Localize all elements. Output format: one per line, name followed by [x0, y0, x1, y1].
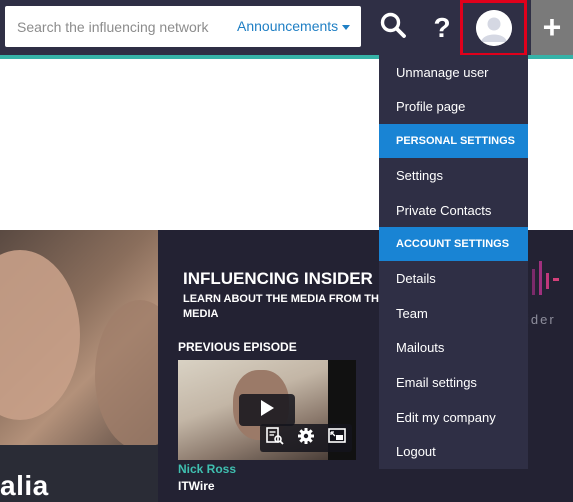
picture-in-picture-icon: [327, 427, 346, 449]
user-avatar-icon: [475, 10, 512, 46]
gear-icon: [297, 427, 315, 450]
previous-episode-label: PREVIOUS EPISODE: [178, 340, 297, 354]
menu-item-label: Unmanage user: [396, 64, 489, 80]
user-menu-button[interactable]: [460, 0, 527, 56]
plus-icon: +: [542, 9, 562, 45]
menu-item-profile-page[interactable]: Profile page: [379, 90, 528, 125]
menu-item-label: Profile page: [396, 99, 466, 115]
video-player[interactable]: [178, 360, 356, 460]
podcast-logo-icon: [532, 261, 562, 295]
menu-item-label: Mailouts: [396, 340, 445, 356]
play-icon: [260, 399, 274, 421]
announcements-label: Announcements: [237, 18, 339, 34]
menu-item-logout[interactable]: Logout: [379, 434, 528, 469]
hero-photo: alia: [0, 230, 158, 502]
menu-section-label: PERSONAL SETTINGS: [396, 135, 515, 148]
help-icon: ?: [433, 11, 451, 43]
menu-section-account-settings: ACCOUNT SETTINGS: [379, 227, 528, 262]
menu-item-unmanage-user[interactable]: Unmanage user: [379, 55, 528, 90]
caret-down-icon: [342, 24, 351, 30]
picture-in-picture-button[interactable]: [326, 427, 348, 449]
help-button[interactable]: ?: [420, 0, 464, 55]
menu-item-email-settings[interactable]: Email settings: [379, 365, 528, 400]
menu-item-team[interactable]: Team: [379, 296, 528, 331]
menu-item-edit-my-company[interactable]: Edit my company: [379, 400, 528, 435]
search-icon: [379, 11, 407, 44]
menu-item-details[interactable]: Details: [379, 261, 528, 296]
transcript-button[interactable]: [264, 426, 286, 450]
menu-item-label: Details: [396, 271, 436, 287]
play-button[interactable]: [239, 394, 295, 426]
hero-photo-caption: alia: [0, 470, 49, 501]
menu-item-mailouts[interactable]: Mailouts: [379, 331, 528, 366]
menu-item-private-contacts[interactable]: Private Contacts: [379, 193, 528, 228]
top-navigation-bar: Announcements ? +: [0, 0, 573, 56]
menu-section-label: ACCOUNT SETTINGS: [396, 238, 510, 251]
menu-item-settings[interactable]: Settings: [379, 158, 528, 193]
menu-item-label: Edit my company: [396, 409, 496, 425]
menu-section-personal-settings: PERSONAL SETTINGS: [379, 124, 528, 159]
announcements-dropdown[interactable]: Announcements: [237, 6, 351, 47]
transcript-icon: [266, 426, 284, 450]
search-button[interactable]: [370, 0, 416, 55]
menu-item-label: Email settings: [396, 374, 477, 390]
video-settings-button[interactable]: [295, 427, 317, 449]
episode-outlet: ITWire: [178, 479, 215, 493]
podcast-logo-text: ider: [526, 312, 556, 327]
banner-subtitle: LEARN ABOUT THE MEDIA FROM THE MEDIA: [183, 293, 387, 320]
menu-item-label: Team: [396, 305, 428, 321]
search-input[interactable]: [5, 6, 225, 47]
banner-title: INFLUENCING INSIDER: [183, 269, 373, 288]
search-bar: Announcements: [5, 6, 361, 47]
video-controls: [260, 424, 352, 452]
menu-item-label: Logout: [396, 444, 436, 460]
user-dropdown-menu: Unmanage user Profile page PERSONAL SETTIN…: [379, 55, 528, 469]
menu-item-label: Private Contacts: [396, 202, 492, 218]
add-button[interactable]: +: [531, 0, 573, 55]
episode-author[interactable]: Nick Ross: [178, 462, 236, 476]
menu-item-label: Settings: [396, 167, 443, 183]
